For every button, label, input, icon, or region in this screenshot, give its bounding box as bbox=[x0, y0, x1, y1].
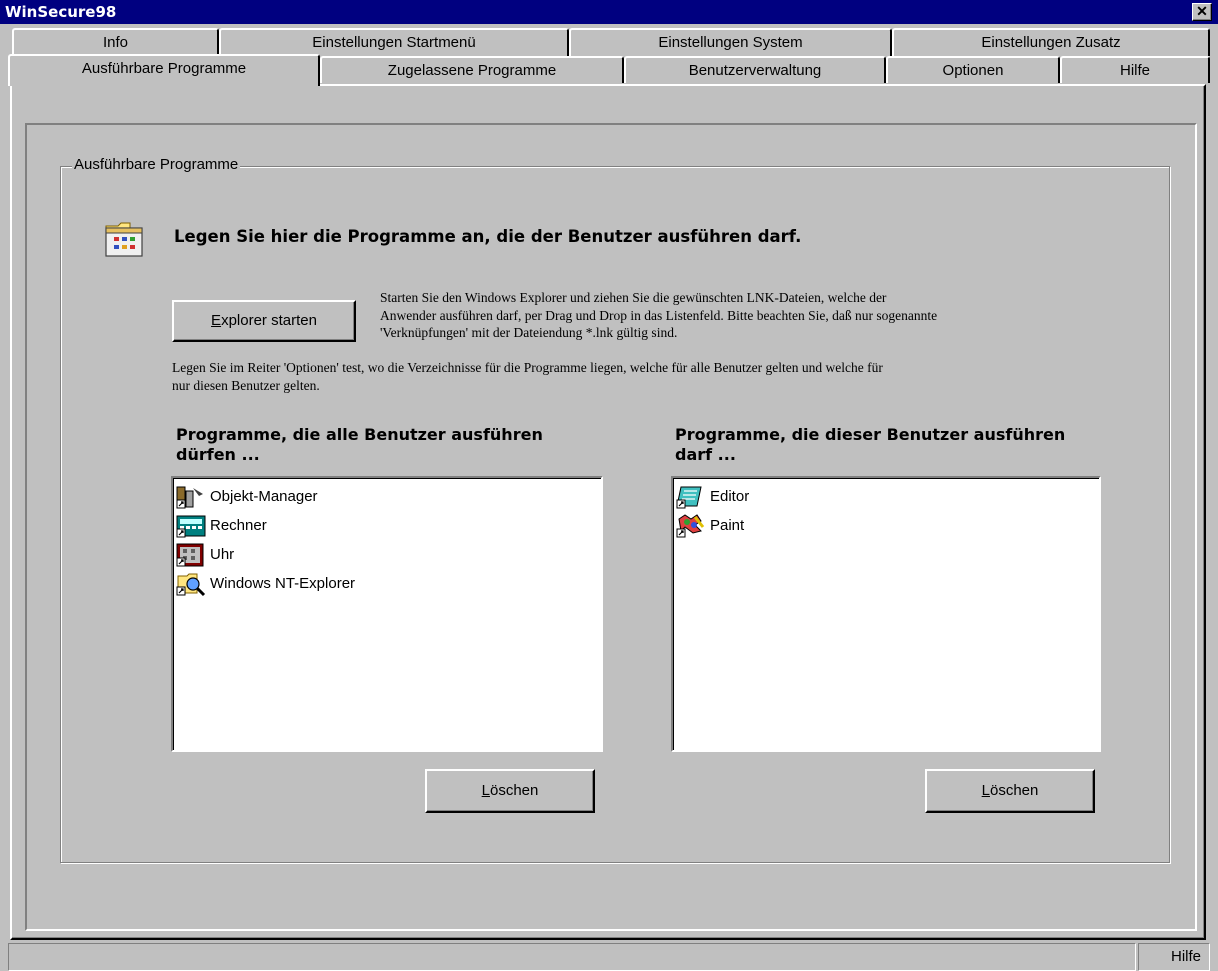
calculator-icon bbox=[176, 515, 206, 537]
delete-button-label: öschen bbox=[989, 782, 1039, 799]
programs-folder-icon bbox=[104, 220, 144, 262]
note-line: nur diesen Benutzer gelten. bbox=[172, 377, 320, 393]
tab-hilfe-label: Hilfe bbox=[1119, 62, 1150, 79]
tab-einstellungen-startmenue[interactable]: Einstellungen Startmenü bbox=[219, 28, 569, 56]
note-line: Legen Sie im Reiter 'Optionen' test, wo … bbox=[172, 360, 883, 375]
tab-einstellungen-startmenue-label: Einstellungen Startmenü bbox=[312, 34, 476, 51]
status-help-pane[interactable]: Hilfe bbox=[1138, 943, 1210, 971]
list-item[interactable]: Uhr bbox=[175, 540, 601, 569]
all-users-programs-list[interactable]: Objekt-Manager Rechner Uhr Windows NT-Ex… bbox=[171, 476, 603, 752]
explorer-button-accel: E bbox=[211, 312, 222, 329]
clock-icon bbox=[176, 543, 204, 566]
tab-ausfuehrbare-programme[interactable]: Ausführbare Programme bbox=[8, 54, 320, 86]
this-user-list-heading: Programme, die dieser Benutzer ausführen… bbox=[675, 425, 1065, 465]
all-users-heading-line: Programme, die alle Benutzer ausführen bbox=[176, 425, 543, 444]
tab-benutzerverwaltung-label: Benutzerverwaltung bbox=[688, 62, 822, 79]
this-user-heading-line: darf ... bbox=[675, 445, 736, 464]
list-item[interactable]: Windows NT-Explorer bbox=[175, 569, 601, 598]
tab-zugelassene-programme[interactable]: Zugelassene Programme bbox=[320, 56, 624, 83]
explorer-start-button[interactable]: Explorer starten bbox=[172, 300, 356, 342]
delete-button-accel: L bbox=[481, 782, 490, 799]
window-title: WinSecure98 bbox=[5, 3, 117, 21]
object-manager-icon bbox=[176, 486, 203, 508]
explorer-button-label: xplorer starten bbox=[221, 312, 317, 329]
list-item-label: Windows NT-Explorer bbox=[210, 575, 356, 592]
list-item[interactable]: Editor bbox=[675, 482, 1099, 511]
headline: Legen Sie hier die Programme an, die der… bbox=[174, 227, 802, 246]
paint-icon bbox=[676, 513, 705, 537]
list-item-label: Uhr bbox=[210, 546, 235, 563]
list-item-label: Editor bbox=[710, 488, 750, 505]
status-text-pane bbox=[8, 943, 1136, 971]
tab-zugelassene-programme-label: Zugelassene Programme bbox=[387, 62, 557, 79]
tab-optionen-label: Optionen bbox=[942, 62, 1004, 79]
tab-einstellungen-system-label: Einstellungen System bbox=[658, 34, 803, 51]
title-bar: WinSecure98 ✕ bbox=[0, 0, 1218, 24]
options-note: Legen Sie im Reiter 'Optionen' test, wo … bbox=[172, 359, 883, 394]
list-item-label: Paint bbox=[710, 517, 745, 534]
desc-line: Anwender ausführen darf, per Drag und Dr… bbox=[380, 307, 938, 323]
this-user-programs-list[interactable]: Editor Paint bbox=[671, 476, 1101, 752]
desc-line: Starten Sie den Windows Explorer und zie… bbox=[380, 290, 887, 305]
notepad-icon bbox=[676, 486, 702, 508]
explorer-icon bbox=[176, 573, 206, 596]
list-item[interactable]: Objekt-Manager bbox=[175, 482, 601, 511]
tab-einstellungen-zusatz[interactable]: Einstellungen Zusatz bbox=[892, 28, 1210, 56]
tab-info-label: Info bbox=[102, 34, 129, 51]
all-users-list-heading: Programme, die alle Benutzer ausführen d… bbox=[176, 425, 543, 465]
status-bar: Hilfe bbox=[8, 943, 1210, 971]
tab-benutzerverwaltung[interactable]: Benutzerverwaltung bbox=[624, 56, 886, 83]
close-button[interactable]: ✕ bbox=[1192, 3, 1212, 21]
all-users-heading-line: dürfen ... bbox=[176, 445, 260, 464]
tab-einstellungen-system[interactable]: Einstellungen System bbox=[569, 28, 892, 56]
explorer-description: Starten Sie den Windows Explorer und zie… bbox=[380, 289, 937, 342]
desc-line: 'Verknüpfungen' mit der Dateiendung *.ln… bbox=[380, 325, 678, 340]
this-user-heading-line: Programme, die dieser Benutzer ausführen bbox=[675, 425, 1066, 444]
tab-ausfuehrbare-programme-label: Ausführbare Programme bbox=[81, 60, 247, 77]
list-item[interactable]: Rechner bbox=[175, 511, 601, 540]
list-item-label: Objekt-Manager bbox=[210, 488, 318, 505]
tab-optionen[interactable]: Optionen bbox=[886, 56, 1060, 83]
delete-button-label: öschen bbox=[489, 782, 539, 799]
delete-button-accel: L bbox=[981, 782, 990, 799]
list-item[interactable]: Paint bbox=[675, 511, 1099, 540]
close-icon: ✕ bbox=[1196, 3, 1208, 19]
tab-info[interactable]: Info bbox=[12, 28, 219, 56]
tab-hilfe[interactable]: Hilfe bbox=[1060, 56, 1210, 83]
tab-einstellungen-zusatz-label: Einstellungen Zusatz bbox=[981, 34, 1121, 51]
groupbox-label: Ausführbare Programme bbox=[72, 156, 241, 173]
delete-all-users-button[interactable]: Löschen bbox=[425, 769, 595, 813]
delete-this-user-button[interactable]: Löschen bbox=[925, 769, 1095, 813]
list-item-label: Rechner bbox=[210, 517, 267, 534]
